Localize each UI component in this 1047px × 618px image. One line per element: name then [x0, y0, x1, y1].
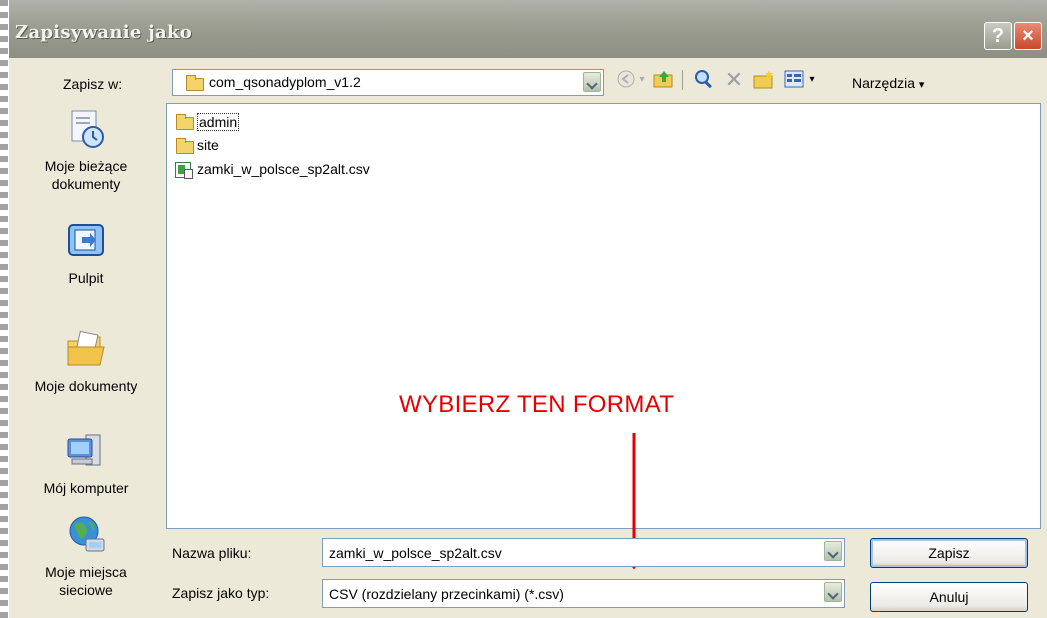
save-as-dialog: Zapisywanie jako ? × Zapisz w: com_qsona…	[9, 0, 1047, 618]
desktop-icon	[64, 219, 108, 263]
file-name: zamki_w_polsce_sp2alt.csv	[197, 161, 370, 177]
background-window-edge	[0, 0, 8, 618]
place-my-documents[interactable]: Moje dokumenty	[9, 327, 163, 395]
place-recent-documents[interactable]: Moje bieżące dokumenty	[9, 107, 163, 193]
filename-value: zamki_w_polsce_sp2alt.csv	[329, 545, 502, 561]
back-icon[interactable]	[614, 68, 638, 92]
place-label: Mój komputer	[43, 480, 129, 496]
search-web-icon[interactable]	[692, 68, 716, 92]
network-places-icon	[64, 513, 108, 557]
save-in-value: com_qsonadyplom_v1.2	[209, 74, 361, 90]
delete-icon[interactable]: ✕	[722, 68, 746, 92]
place-label: Moje miejsca	[45, 564, 127, 580]
back-dropdown-icon[interactable]: ▾	[636, 68, 648, 92]
place-label: Moje dokumenty	[34, 378, 138, 394]
help-button[interactable]: ?	[984, 22, 1012, 50]
place-label: sieciowe	[59, 582, 113, 598]
chevron-down-icon[interactable]	[583, 72, 601, 92]
place-label: Moje bieżące	[44, 158, 128, 174]
chevron-down-icon[interactable]	[824, 541, 842, 561]
places-bar: Moje bieżące dokumenty Pulpit Moje dokum…	[9, 103, 163, 618]
folder-icon	[176, 138, 194, 154]
tools-menu[interactable]: Narzędzia ▾	[852, 75, 924, 91]
csv-file-icon	[175, 162, 193, 179]
filetype-value: CSV (rozdzielany przecinkami) (*.csv)	[329, 586, 564, 602]
filetype-select[interactable]: CSV (rozdzielany przecinkami) (*.csv)	[322, 579, 845, 608]
place-desktop[interactable]: Pulpit	[9, 219, 163, 287]
up-one-level-icon[interactable]	[652, 68, 676, 92]
window-title: Zapisywanie jako	[15, 22, 193, 43]
recent-documents-icon	[64, 107, 108, 151]
tools-menu-label: Narzędzia	[852, 75, 916, 91]
close-button[interactable]: ×	[1014, 22, 1042, 50]
place-my-computer[interactable]: Mój komputer	[9, 429, 163, 497]
save-in-combobox[interactable]: com_qsonadyplom_v1.2	[172, 69, 604, 96]
toolbar: ▾ ✕ ▾	[614, 64, 1034, 96]
filetype-label: Zapisz jako typ:	[172, 585, 270, 601]
save-button[interactable]: Zapisz	[870, 538, 1028, 568]
file-list[interactable]: admin site zamki_w_polsce_sp2alt.csv	[166, 103, 1041, 529]
file-name: admin	[197, 113, 240, 131]
filename-input[interactable]: zamki_w_polsce_sp2alt.csv	[322, 538, 845, 567]
annotation-text: WYBIERZ TEN FORMAT	[399, 391, 675, 418]
folder-icon	[186, 75, 204, 91]
file-name: site	[197, 137, 219, 153]
save-in-label: Zapisz w:	[63, 76, 123, 92]
my-computer-icon	[64, 429, 108, 473]
my-documents-icon	[64, 327, 108, 371]
tools-menu-dropdown-icon: ▾	[918, 79, 925, 91]
place-label: dokumenty	[51, 176, 121, 192]
folder-icon	[176, 114, 194, 130]
place-label: Pulpit	[68, 270, 104, 286]
new-folder-icon[interactable]	[752, 68, 776, 92]
filename-label: Nazwa pliku:	[172, 545, 252, 561]
chevron-down-icon[interactable]	[824, 582, 842, 602]
views-dropdown-icon[interactable]: ▾	[806, 68, 818, 92]
views-icon[interactable]	[782, 68, 806, 92]
toolbar-separator	[682, 70, 683, 90]
cancel-button[interactable]: Anuluj	[870, 582, 1028, 612]
title-bar[interactable]: Zapisywanie jako ? ×	[9, 0, 1047, 58]
place-network-places[interactable]: Moje miejsca sieciowe	[9, 513, 163, 599]
